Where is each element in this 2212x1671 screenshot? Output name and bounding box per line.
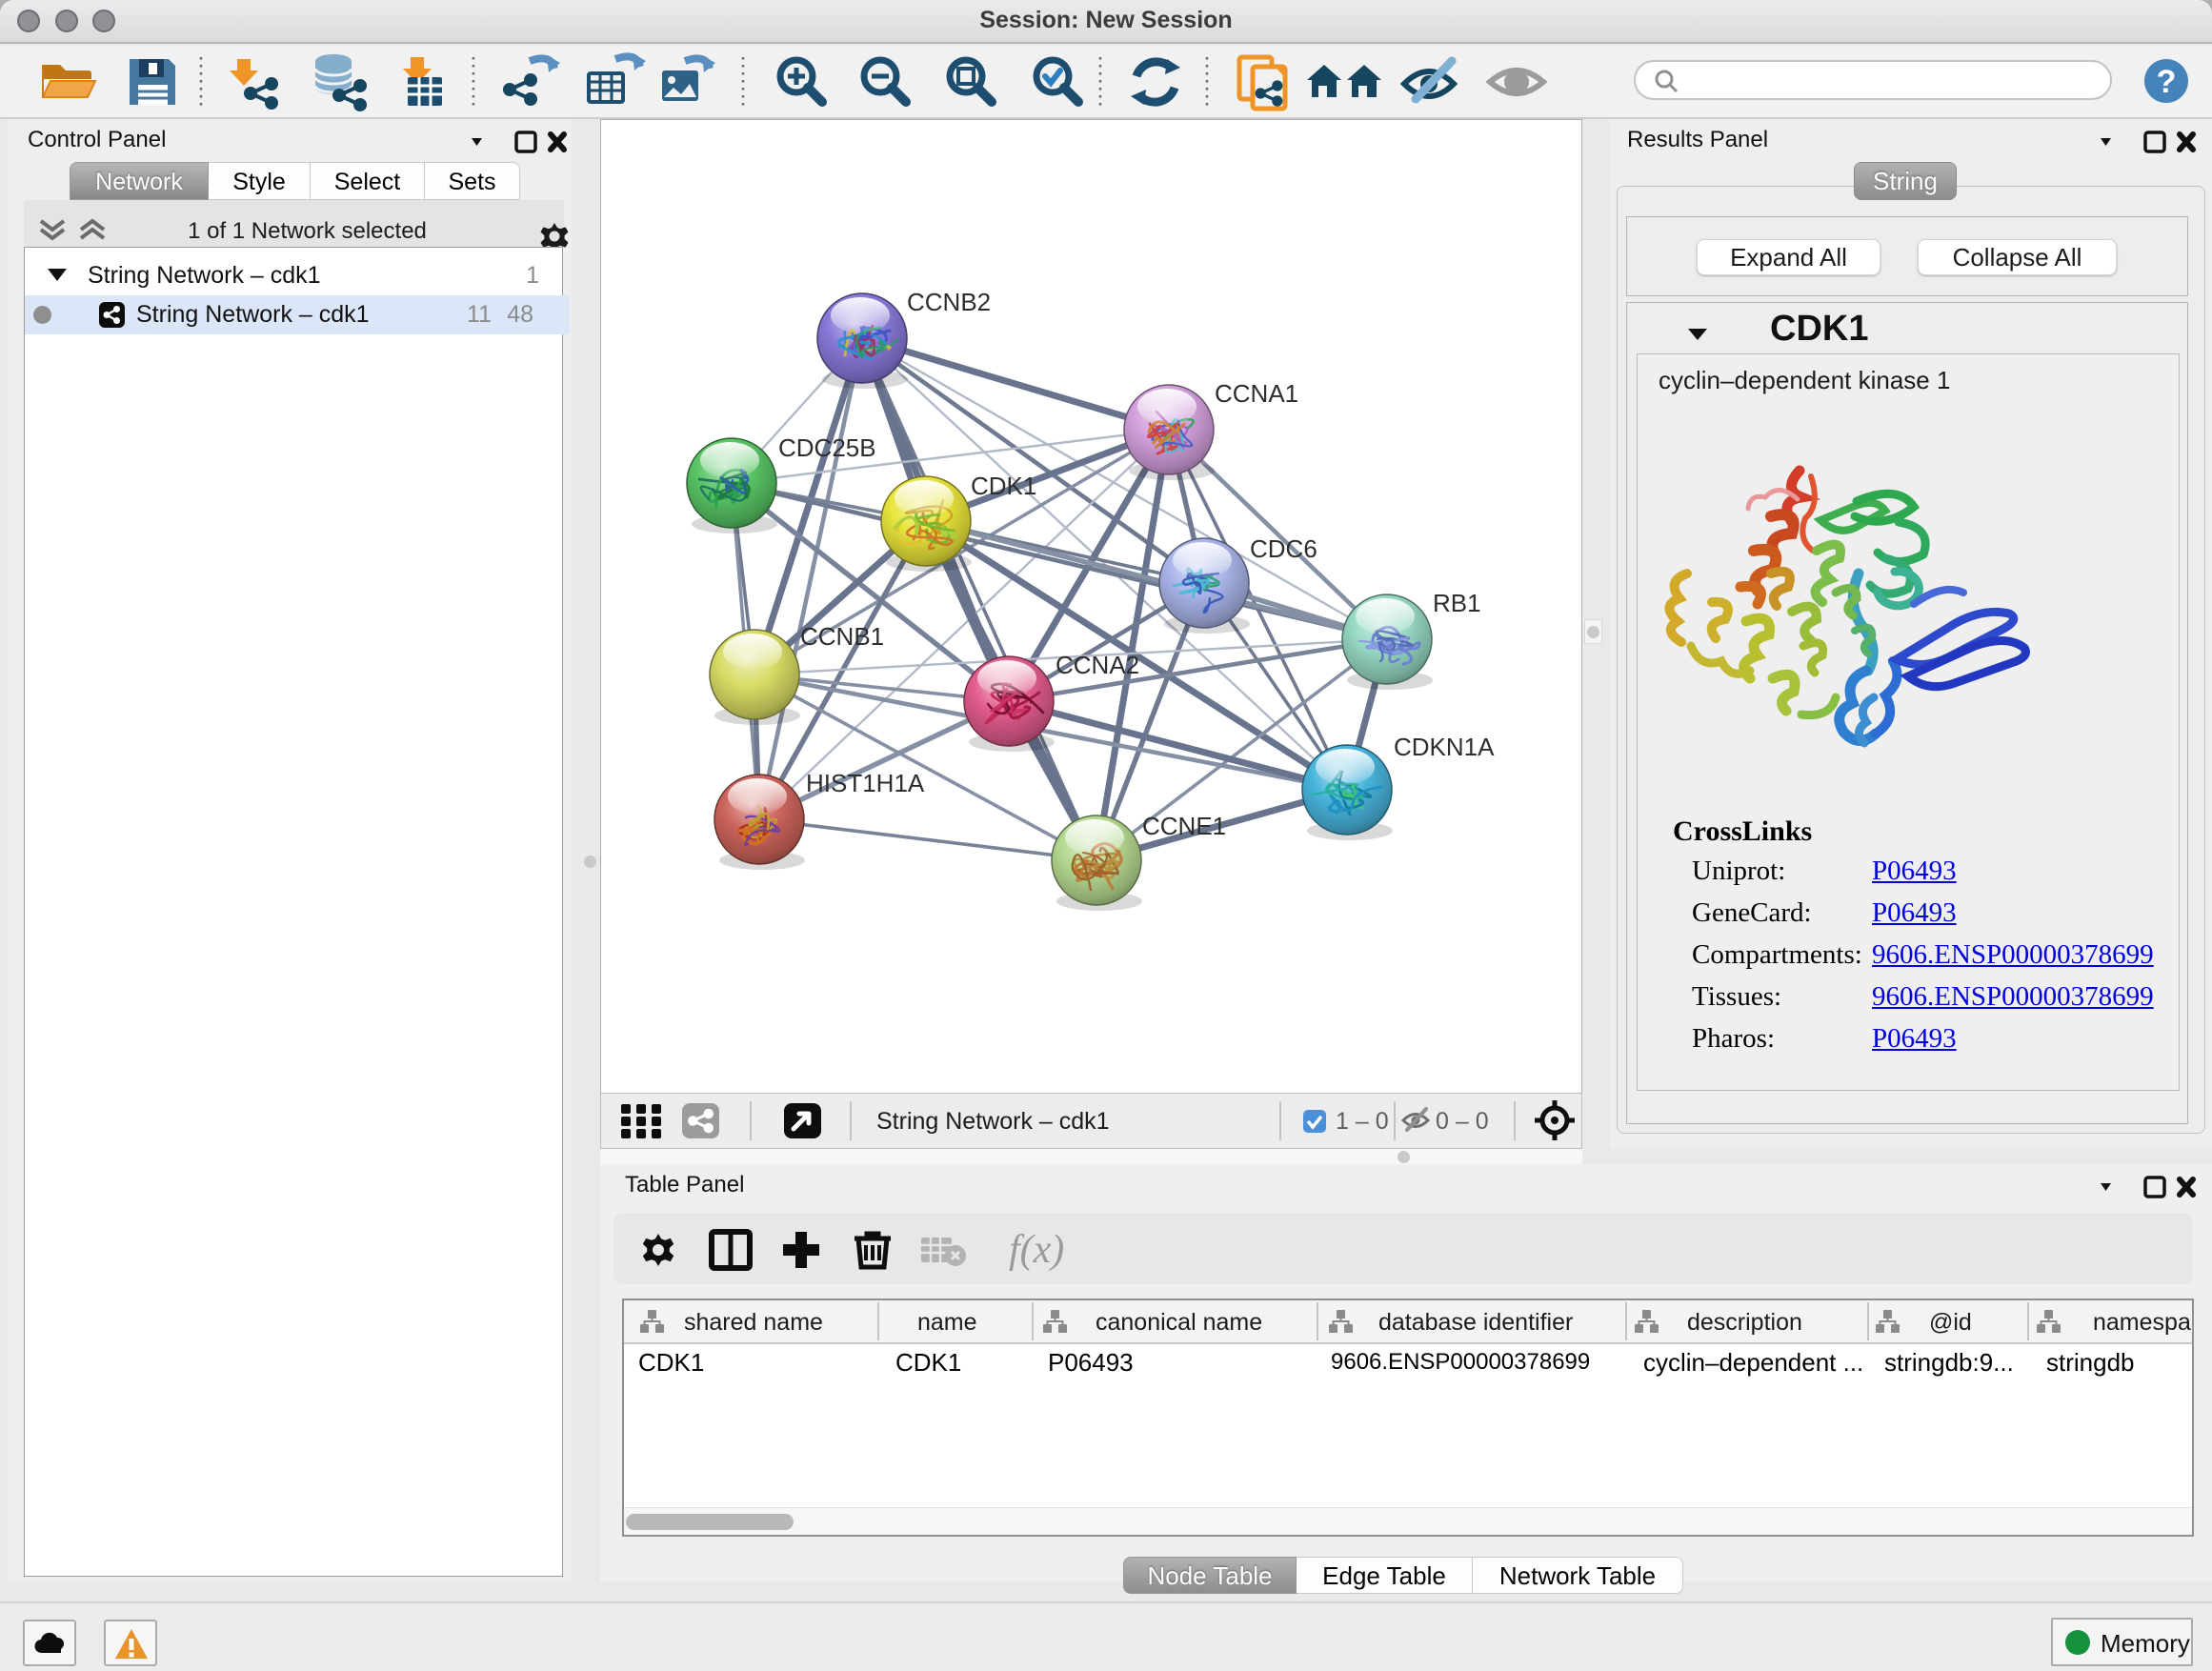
svg-text:1 – 0: 1 – 0 xyxy=(1336,1108,1389,1135)
svg-text:canonical name: canonical name xyxy=(1096,1309,1262,1336)
svg-text:name: name xyxy=(917,1309,977,1336)
svg-text:String Network – cdk1: String Network – cdk1 xyxy=(876,1108,1110,1135)
svg-text:CCNA2: CCNA2 xyxy=(1056,651,1139,679)
svg-text:CDKN1A: CDKN1A xyxy=(1394,733,1495,761)
svg-text:?: ? xyxy=(2157,64,2177,100)
svg-text:@id: @id xyxy=(1929,1309,1972,1336)
svg-text:CCNB1: CCNB1 xyxy=(800,622,884,651)
svg-text:0 – 0: 0 – 0 xyxy=(1436,1108,1489,1135)
svg-text:f(x): f(x) xyxy=(1009,1228,1064,1272)
svg-text:CCNA1: CCNA1 xyxy=(1215,379,1298,408)
svg-text:CDC6: CDC6 xyxy=(1250,534,1317,563)
svg-text:RB1: RB1 xyxy=(1433,589,1481,617)
svg-text:database identifier: database identifier xyxy=(1378,1309,1573,1336)
svg-text:CCNE1: CCNE1 xyxy=(1142,812,1226,840)
svg-text:HIST1H1A: HIST1H1A xyxy=(806,769,925,797)
svg-text:CCNB2: CCNB2 xyxy=(907,288,991,316)
svg-text:shared name: shared name xyxy=(684,1309,823,1336)
svg-text:CDC25B: CDC25B xyxy=(778,433,876,462)
svg-text:description: description xyxy=(1687,1309,1802,1336)
svg-text:CDK1: CDK1 xyxy=(971,472,1036,500)
svg-text:namespace: namespace xyxy=(2093,1309,2192,1336)
